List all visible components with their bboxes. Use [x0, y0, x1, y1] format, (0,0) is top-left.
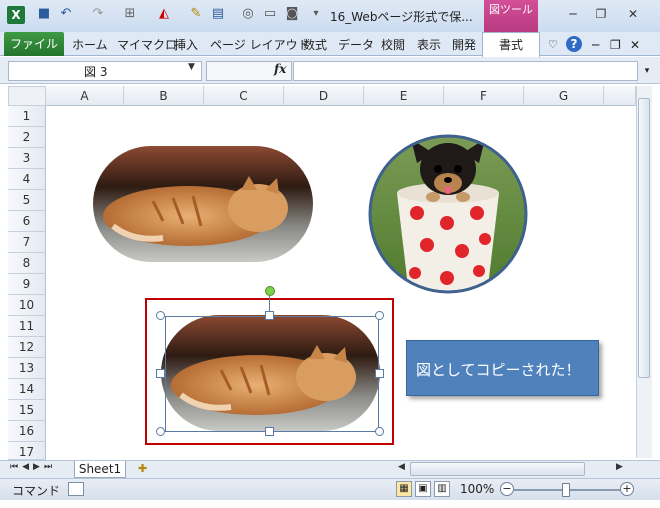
- workbook-minimize-icon[interactable]: ─: [592, 34, 599, 56]
- resize-handle-bottom-left[interactable]: [156, 427, 165, 436]
- resize-handle-top[interactable]: [265, 311, 274, 320]
- tab-insert[interactable]: 挿入: [174, 34, 198, 56]
- column-header-d[interactable]: D: [284, 86, 364, 106]
- kitten-picture[interactable]: [93, 146, 313, 262]
- status-mode: コマンド: [12, 484, 61, 498]
- expand-formula-bar-icon[interactable]: ▾: [640, 61, 654, 81]
- macro-record-icon[interactable]: [68, 482, 84, 496]
- scroll-left-icon[interactable]: ◀: [398, 462, 405, 472]
- undo-icon[interactable]: ↶: [58, 6, 74, 22]
- sheet-tab[interactable]: Sheet1: [74, 461, 126, 478]
- row-header[interactable]: 6: [8, 211, 46, 232]
- horizontal-scroll-thumb[interactable]: [410, 462, 585, 476]
- row-header[interactable]: 15: [8, 400, 46, 421]
- column-header-e[interactable]: E: [364, 86, 444, 106]
- help-icon[interactable]: ?: [566, 36, 582, 52]
- workbook-restore-icon[interactable]: ❐: [610, 34, 621, 56]
- tab-home[interactable]: ホーム: [72, 34, 108, 56]
- row-header[interactable]: 12: [8, 337, 46, 358]
- camera-icon[interactable]: ◙: [284, 6, 300, 22]
- sheet-navigation-icon[interactable]: ⏮◀▶⏭: [10, 462, 56, 472]
- column-header-c[interactable]: C: [204, 86, 284, 106]
- paste-icon[interactable]: ▤: [210, 6, 226, 22]
- row-header[interactable]: 13: [8, 358, 46, 379]
- row-header[interactable]: 8: [8, 253, 46, 274]
- resize-handle-left[interactable]: [156, 369, 165, 378]
- resize-handle-top-left[interactable]: [156, 311, 165, 320]
- picture-tools-context-tab: 図ツール: [484, 0, 538, 32]
- format-painter-icon[interactable]: ✎: [188, 6, 204, 22]
- row-header[interactable]: 9: [8, 274, 46, 295]
- row-header[interactable]: 3: [8, 148, 46, 169]
- formula-input[interactable]: [293, 61, 638, 81]
- tab-review[interactable]: 校閲: [381, 34, 405, 56]
- restore-icon[interactable]: ❐: [592, 6, 610, 22]
- rotation-handle[interactable]: [265, 286, 275, 296]
- tab-formulas[interactable]: 数式: [303, 34, 327, 56]
- tab-page-layout[interactable]: ページ レイアウト: [210, 34, 310, 56]
- zoom-out-icon[interactable]: −: [500, 482, 514, 496]
- column-header-h[interactable]: [604, 86, 636, 106]
- tab-view[interactable]: 表示: [417, 34, 441, 56]
- close-icon[interactable]: ✕: [624, 6, 642, 22]
- zoom-slider-thumb[interactable]: [562, 483, 570, 497]
- row-header[interactable]: 11: [8, 316, 46, 337]
- name-box-value: 図 3: [84, 65, 108, 79]
- column-header-a[interactable]: A: [46, 86, 124, 106]
- column-header-g[interactable]: G: [524, 86, 604, 106]
- customize-toolbar-icon[interactable]: ▾: [308, 6, 324, 22]
- row-header[interactable]: 17: [8, 442, 46, 460]
- callout-text: 図としてコピーされた！: [416, 361, 581, 379]
- resize-handle-bottom[interactable]: [265, 427, 274, 436]
- row-header[interactable]: 2: [8, 127, 46, 148]
- tab-developer[interactable]: 開発: [452, 34, 476, 56]
- row-header[interactable]: 4: [8, 169, 46, 190]
- row-header[interactable]: 16: [8, 421, 46, 442]
- name-box-dropdown-icon[interactable]: ▼: [188, 62, 195, 72]
- row-header[interactable]: 5: [8, 190, 46, 211]
- zoom-level[interactable]: 100%: [460, 482, 494, 496]
- print-preview-icon[interactable]: ◎: [240, 6, 256, 22]
- minimize-icon[interactable]: ─: [564, 6, 582, 22]
- row-header[interactable]: 10: [8, 295, 46, 316]
- zoom-in-icon[interactable]: +: [620, 482, 634, 496]
- page-break-view-icon[interactable]: ▥: [434, 481, 450, 497]
- row-header[interactable]: 7: [8, 232, 46, 253]
- select-all-corner[interactable]: [8, 86, 46, 106]
- resize-handle-right[interactable]: [375, 369, 384, 378]
- resize-handle-top-right[interactable]: [375, 311, 384, 320]
- insert-sheet-icon[interactable]: ✚: [138, 462, 147, 475]
- ribbon-collapse-icon[interactable]: ♡: [548, 34, 558, 56]
- workbook-close-icon[interactable]: ✕: [630, 34, 640, 56]
- column-header-f[interactable]: F: [444, 86, 524, 106]
- fill-color-icon[interactable]: ◭: [156, 6, 172, 22]
- tab-my-macro[interactable]: マイマクロ: [117, 34, 177, 56]
- normal-view-icon[interactable]: ▦: [396, 481, 412, 497]
- window-title: 16_Webページ形式で保...: [330, 10, 473, 24]
- tab-file[interactable]: ファイル: [4, 32, 64, 56]
- row-header[interactable]: 14: [8, 379, 46, 400]
- print-icon[interactable]: ▭: [262, 6, 278, 22]
- row-header[interactable]: 1: [8, 106, 46, 127]
- redo-icon[interactable]: ↷: [90, 6, 106, 22]
- borders-icon[interactable]: ⊞: [122, 6, 138, 22]
- column-header-b[interactable]: B: [124, 86, 204, 106]
- save-icon[interactable]: ■: [36, 6, 52, 22]
- tab-data[interactable]: データ: [338, 34, 374, 56]
- puppy-picture[interactable]: [367, 133, 529, 295]
- insert-function-icon[interactable]: fx: [274, 62, 286, 76]
- page-layout-view-icon[interactable]: ▣: [415, 481, 431, 497]
- vertical-scroll-thumb[interactable]: [638, 98, 650, 378]
- excel-icon[interactable]: X: [7, 6, 25, 24]
- resize-handle-bottom-right[interactable]: [375, 427, 384, 436]
- tab-format[interactable]: 書式: [482, 32, 540, 57]
- picture-bounding-box: [165, 316, 379, 432]
- scroll-right-icon[interactable]: ▶: [616, 462, 623, 472]
